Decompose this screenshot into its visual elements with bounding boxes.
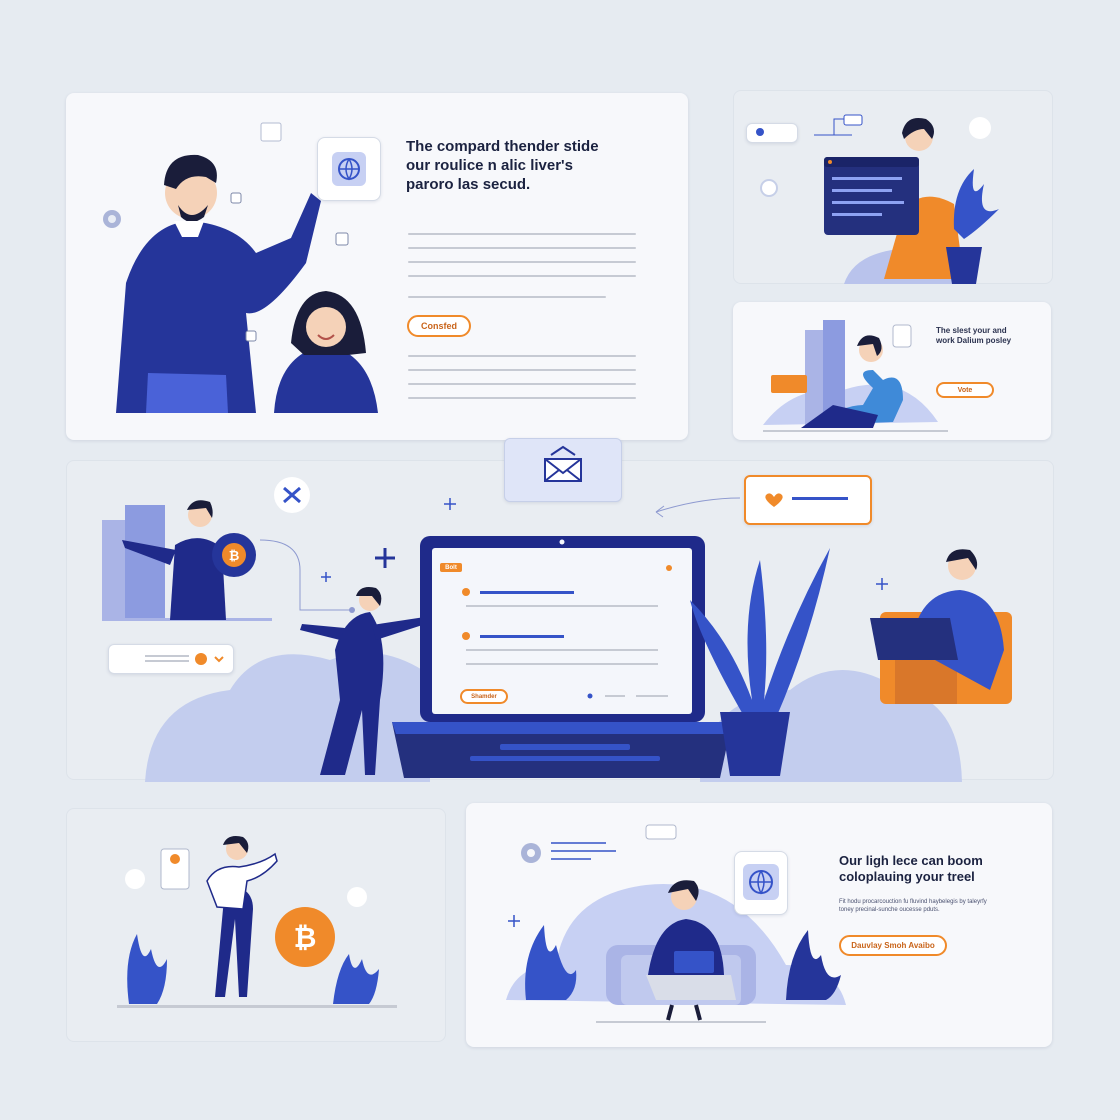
promo-card: Our ligh lece can boom coloplauing your … bbox=[466, 803, 1052, 1047]
bitcoin-badge-icon: ₿ bbox=[212, 533, 256, 577]
svg-text:₿: ₿ bbox=[294, 922, 317, 953]
globe-badge[interactable] bbox=[734, 851, 788, 915]
svg-text:₿: ₿ bbox=[229, 548, 240, 563]
promo-illustration bbox=[506, 824, 846, 1023]
promo-cta-button[interactable]: Dauvlay Smoh Avaibo bbox=[839, 935, 947, 956]
globe-icon bbox=[743, 864, 779, 900]
promo-heading: Our ligh lece can boom coloplauing your … bbox=[839, 853, 983, 885]
bitcoin-icon: ₿ bbox=[275, 907, 335, 967]
chevron-down-icon bbox=[145, 653, 224, 665]
crypto-card: ₿ bbox=[66, 808, 446, 1042]
gear-icon bbox=[521, 843, 541, 863]
dropdown-chip[interactable] bbox=[108, 644, 234, 674]
envelope-icon bbox=[544, 445, 582, 482]
email-bubble[interactable] bbox=[504, 438, 622, 502]
laptop-screen-button[interactable]: Shamder bbox=[460, 689, 508, 704]
plus-icon bbox=[375, 548, 395, 568]
laptop-tag: Bolt bbox=[440, 563, 462, 572]
notification-chip[interactable] bbox=[744, 475, 872, 525]
heart-icon bbox=[765, 493, 848, 507]
crypto-illustration: ₿ bbox=[117, 836, 397, 1008]
promo-subtext: Fit hodu procarcouction fu fluvind haybe… bbox=[839, 899, 987, 913]
